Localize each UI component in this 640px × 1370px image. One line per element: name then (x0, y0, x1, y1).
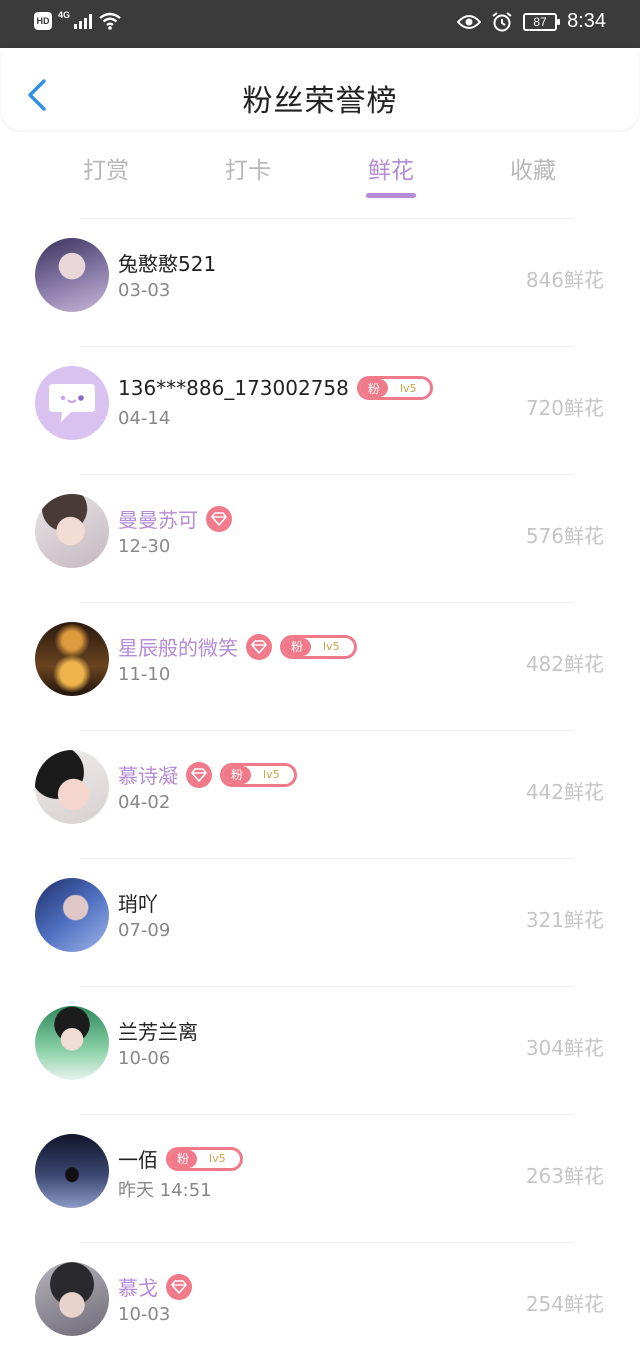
status-right: 87 8:34 (457, 10, 606, 33)
name-line: 一佰 粉 lv5 (118, 1144, 243, 1173)
fan-badge-level: lv5 (263, 768, 280, 781)
battery-icon: 87 (523, 12, 561, 31)
hd-icon: HD (34, 12, 52, 30)
list-item[interactable]: 星辰般的微笑 粉 lv5 11-10 482鲜花 (0, 602, 640, 730)
date: 昨天 14:51 (118, 1180, 212, 1201)
date: 11-10 (118, 664, 171, 685)
tab-collect[interactable]: 收藏 (473, 151, 593, 185)
status-left: HD 4G (34, 10, 122, 30)
date: 03-03 (118, 280, 171, 301)
chat-bubble-icon (49, 384, 95, 422)
fan-badge-level: lv5 (323, 640, 340, 653)
user-name: 兔憨憨521 (118, 252, 217, 276)
flower-count: 442鲜花 (525, 780, 604, 804)
list-item[interactable]: 琑吖 07-09 321鲜花 (0, 858, 640, 986)
tab-reward[interactable]: 打赏 (46, 151, 166, 185)
date: 10-03 (118, 1304, 171, 1325)
tab-checkin[interactable]: 打卡 (188, 151, 308, 185)
list-item[interactable]: 136***886_173002758 粉 lv5 04-14 720鲜花 (0, 346, 640, 474)
app-header: 粉丝荣誉榜 (2, 48, 638, 130)
flower-count: 304鲜花 (525, 1036, 604, 1060)
user-name: 兰芳兰离 (118, 1020, 198, 1044)
user-name: 136***886_173002758 (118, 376, 349, 400)
flower-count: 576鲜花 (525, 524, 604, 548)
status-bar: HD 4G 87 8:34 (0, 0, 640, 48)
fan-level-badge: 粉 lv5 (166, 1146, 243, 1171)
flower-count: 846鲜花 (525, 268, 604, 292)
tab-flowers[interactable]: 鲜花 (331, 151, 451, 185)
flower-count: 254鲜花 (525, 1292, 604, 1316)
name-line: 曼曼苏可 (118, 504, 232, 533)
date: 12-30 (118, 536, 171, 557)
list-item[interactable]: 慕戈 10-03 254鲜花 (0, 1242, 640, 1370)
list-item[interactable]: 曼曼苏可 12-30 576鲜花 (0, 474, 640, 602)
avatar (35, 878, 109, 952)
fan-badge-level: lv5 (209, 1152, 226, 1165)
list-item[interactable]: 一佰 粉 lv5 昨天 14:51 263鲜花 (0, 1114, 640, 1242)
fan-badge-level: lv5 (399, 381, 417, 395)
list-item[interactable]: 慕诗凝 粉 lv5 04-02 442鲜花 (0, 730, 640, 858)
date: 07-09 (118, 920, 171, 941)
eye-icon (457, 14, 482, 29)
fan-badge-label: 粉 (283, 637, 312, 656)
name-line: 兰芳兰离 (118, 1016, 198, 1045)
avatar (35, 1262, 109, 1336)
fan-badge-label: 粉 (169, 1149, 198, 1168)
fan-level-badge: 粉 lv5 (356, 376, 434, 400)
list-item[interactable]: 兔憨憨521 03-03 846鲜花 (0, 218, 640, 346)
page-title: 粉丝荣誉榜 (242, 84, 398, 119)
name-line: 兔憨憨521 (118, 248, 216, 277)
flower-count: 321鲜花 (525, 908, 604, 932)
clock: 8:34 (567, 10, 606, 32)
diamond-icon (246, 633, 272, 660)
flower-count: 720鲜花 (525, 396, 604, 420)
user-name: 琑吖 (118, 892, 158, 916)
user-name: 星辰般的微笑 (118, 636, 238, 660)
name-line: 慕戈 (118, 1272, 192, 1301)
avatar (35, 622, 109, 696)
fan-level-badge: 粉 lv5 (280, 634, 357, 659)
user-name: 慕戈 (118, 1276, 158, 1300)
diamond-icon (186, 761, 212, 788)
avatar (35, 366, 109, 440)
name-line: 136***886_173002758 粉 lv5 (118, 376, 434, 400)
user-name: 一佰 (118, 1148, 158, 1172)
diamond-icon (206, 505, 232, 532)
wifi-icon (99, 12, 121, 30)
tab-bar: 打赏 打卡 鲜花 收藏 (0, 145, 640, 205)
avatar (35, 494, 109, 568)
user-name: 慕诗凝 (118, 764, 178, 788)
flower-count: 263鲜花 (525, 1164, 604, 1188)
date: 10-06 (118, 1048, 171, 1069)
avatar (35, 750, 109, 824)
date: 04-02 (118, 792, 171, 813)
network-type: 4G (58, 10, 71, 20)
fan-badge-label: 粉 (223, 765, 252, 784)
fan-level-badge: 粉 lv5 (220, 762, 297, 787)
avatar (35, 1006, 109, 1080)
alarm-icon (492, 11, 512, 31)
name-line: 慕诗凝 粉 lv5 (118, 760, 297, 789)
list-item[interactable]: 兰芳兰离 10-06 304鲜花 (0, 986, 640, 1114)
flower-count: 482鲜花 (525, 652, 604, 676)
name-line: 琑吖 (118, 888, 158, 917)
active-tab-indicator (366, 193, 416, 198)
avatar (35, 1134, 109, 1208)
name-line: 星辰般的微笑 粉 lv5 (118, 632, 357, 661)
user-name: 曼曼苏可 (118, 508, 198, 532)
avatar (35, 238, 109, 312)
diamond-icon (166, 1273, 192, 1300)
date: 04-14 (118, 408, 171, 429)
fan-badge-label: 粉 (359, 379, 388, 397)
signal-icon (74, 13, 93, 29)
